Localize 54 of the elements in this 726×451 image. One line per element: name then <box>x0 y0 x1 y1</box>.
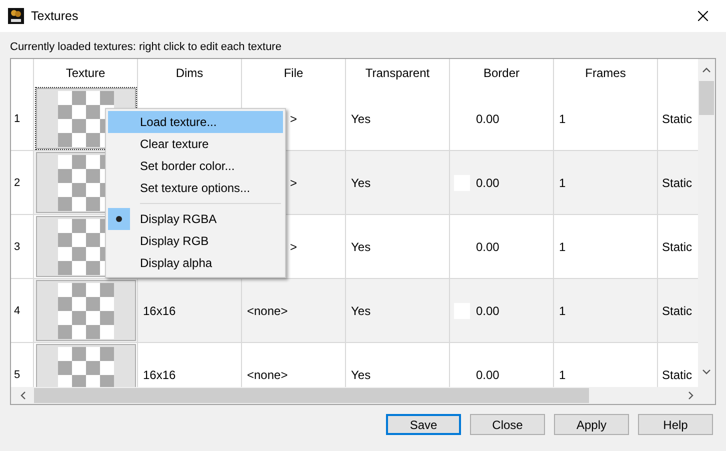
table-cell: 0.00 <box>476 240 500 254</box>
close-icon <box>698 11 708 21</box>
table-cell: Static <box>662 112 692 126</box>
table-cell: 1 <box>559 112 566 126</box>
dialog-button[interactable]: Apply <box>554 414 629 435</box>
menu-item[interactable]: Set texture options... <box>108 177 283 199</box>
table-cell: Static <box>662 176 692 190</box>
table-cell: 0.00 <box>476 368 500 382</box>
table-cell: Static <box>662 304 692 318</box>
menu-item[interactable]: Display RGBA <box>108 208 283 230</box>
texture-preview-button[interactable] <box>36 280 136 341</box>
table-cell: > <box>290 240 298 254</box>
table-cell: 0.00 <box>476 176 500 190</box>
window-title: Textures <box>31 9 78 23</box>
menu-item[interactable]: Set border color... <box>108 155 283 177</box>
menu-item[interactable]: Display alpha <box>108 252 283 274</box>
table-cell: 1 <box>559 176 566 190</box>
table-cell: Yes <box>351 304 371 318</box>
table-cell: Static <box>662 368 692 382</box>
dialog-button[interactable]: Close <box>470 414 545 435</box>
row-number: 4 <box>11 279 34 343</box>
table-cell: > <box>290 112 298 126</box>
dialog-button[interactable]: Help <box>638 414 713 435</box>
row-number: 1 <box>11 87 34 151</box>
table-cell: Yes <box>351 112 371 126</box>
table-cell: 16x16 <box>143 368 176 382</box>
table-cell: <none> <box>247 304 288 318</box>
row-number: 5 <box>11 343 34 387</box>
table-cell: 1 <box>559 304 566 318</box>
table-cell: 0.00 <box>476 112 500 126</box>
table-cell: > <box>290 176 298 190</box>
table-cell: Yes <box>351 176 371 190</box>
checkerboard-icon <box>58 347 114 387</box>
row-number: 3 <box>11 215 34 279</box>
caption-text: Currently loaded textures: right click to edit each texture <box>10 41 282 54</box>
table-cell: Yes <box>351 368 371 382</box>
texture-preview-button[interactable] <box>36 344 136 387</box>
scrollbar-thumb[interactable] <box>34 388 589 403</box>
table-cell: Yes <box>351 240 371 254</box>
scrollbar-thumb[interactable] <box>699 81 714 115</box>
vertical-scrollbar[interactable] <box>698 59 715 387</box>
table-cell: Static <box>662 240 692 254</box>
menu-item[interactable]: Load texture... <box>108 111 283 133</box>
table-cell: <none> <box>247 368 288 382</box>
table-cell: 0.00 <box>476 304 500 318</box>
checkerboard-icon <box>58 283 114 339</box>
dialog-button[interactable]: Save <box>386 414 461 435</box>
table-cell: 1 <box>559 368 566 382</box>
table-cell: 16x16 <box>143 304 176 318</box>
table-cell: 1 <box>559 240 566 254</box>
menu-item[interactable]: Clear texture <box>108 133 283 155</box>
app-icon <box>8 8 24 24</box>
row-number: 2 <box>11 151 34 215</box>
menu-item[interactable]: Display RGB <box>108 230 283 252</box>
